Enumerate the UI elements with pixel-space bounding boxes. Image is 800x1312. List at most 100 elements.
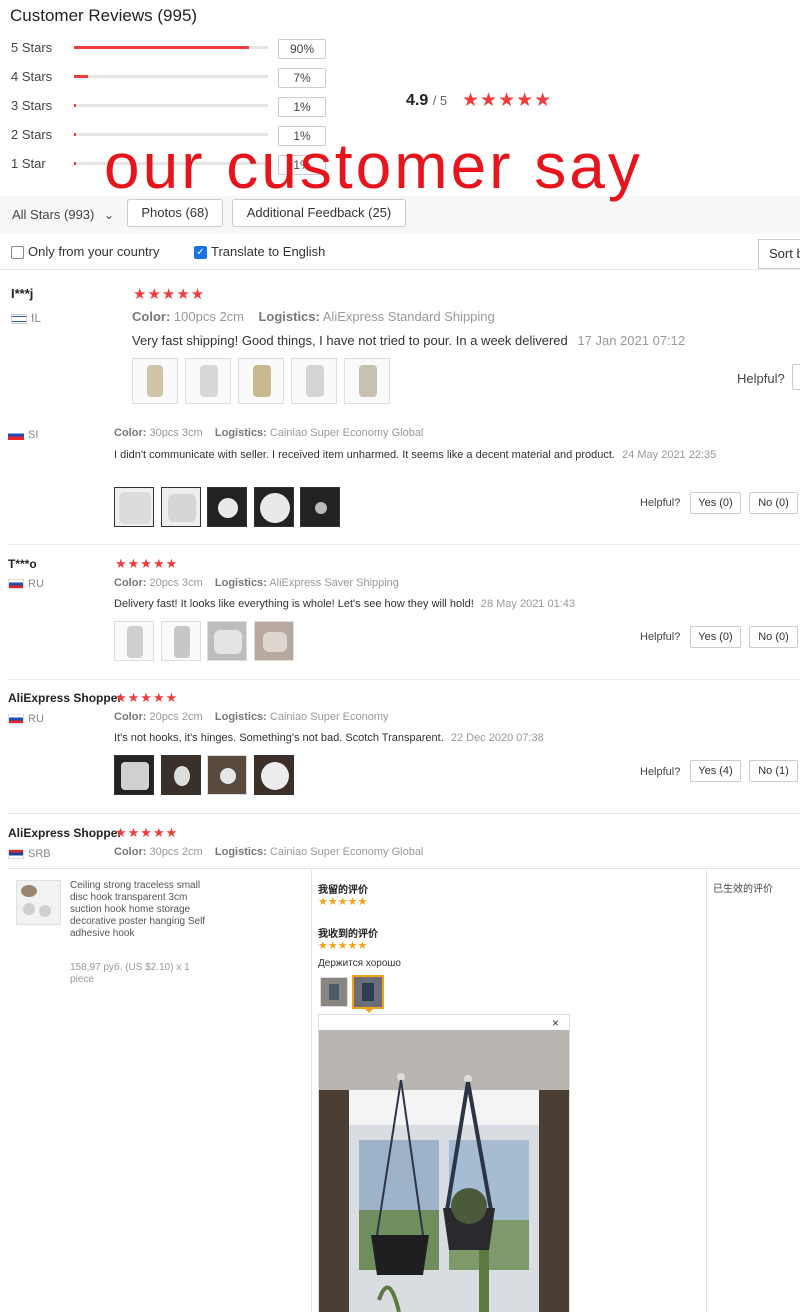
reviewer-name: I***j [11, 286, 34, 301]
reviewer-name: T***o [8, 557, 37, 571]
additional-feedback-button[interactable]: Additional Feedback (25) [232, 199, 406, 227]
photos-filter-button[interactable]: Photos (68) [127, 199, 223, 227]
review-meta: Color: 20pcs 2cm Logistics: Cainiao Supe… [114, 711, 389, 723]
review-meta: Color: 20pcs 3cm Logistics: AliExpress S… [114, 577, 399, 589]
review-date: 22 Dec 2020 07:38 [450, 732, 544, 744]
review-photo-thumbnail[interactable] [161, 621, 201, 661]
review-date: 17 Jan 2021 07:12 [577, 333, 686, 348]
received-review-heading: 我收到的评价 [318, 929, 378, 940]
rating-percent: 90% [278, 39, 326, 59]
review-photo-thumbnail[interactable] [254, 755, 294, 795]
review-photo-thumbnail[interactable] [185, 358, 231, 404]
yes-helpful-button[interactable] [792, 364, 800, 390]
review-photo-thumbnail[interactable] [207, 487, 247, 527]
rating-bar [74, 75, 268, 78]
color-label: Color: [132, 309, 171, 324]
rating-bar [74, 104, 268, 107]
country-code: SI [28, 429, 39, 441]
reviewer-country: IL [11, 311, 41, 325]
color-label: Color: [114, 427, 147, 439]
only-country-checkbox[interactable] [11, 246, 24, 259]
yes-helpful-button[interactable]: Yes (0) [690, 492, 741, 514]
review-date: 28 May 2021 01:43 [480, 598, 576, 610]
review-photo-thumbnail[interactable] [207, 621, 247, 661]
review-photo-thumbnail[interactable] [161, 487, 201, 527]
logistics-value: AliExpress Saver Shipping [269, 577, 399, 589]
logistics-label: Logistics: [214, 846, 267, 858]
flag-il-icon [11, 313, 27, 324]
flag-ru-icon [8, 579, 24, 590]
rating-label: 2 Stars [11, 127, 53, 142]
logistics-value: Cainiao Super Economy [269, 711, 389, 723]
review-divider [8, 679, 800, 680]
review-text: Very fast shipping! Good things, I have … [132, 333, 568, 348]
panel-divider [706, 870, 707, 1312]
review-stars: ★★★★★ [133, 286, 206, 303]
review-photo-thumbnail[interactable] [132, 358, 178, 404]
color-value: 30pcs 2cm [149, 846, 203, 858]
review-photo-thumbnail[interactable] [300, 487, 340, 527]
rating-label: 1 Star [11, 156, 46, 171]
no-helpful-button[interactable]: No (0) [749, 492, 798, 514]
rating-row-5[interactable]: 5 Stars 90% [11, 39, 331, 59]
review-meta: Color: 30pcs 2cm Logistics: Cainiao Supe… [114, 846, 423, 858]
review-body: It's not hooks, it's hinges. Something's… [114, 732, 544, 744]
sort-dropdown[interactable]: Sort b [758, 239, 800, 269]
yes-helpful-button[interactable]: Yes (4) [690, 760, 741, 782]
review-stars: ★★★★★ [115, 825, 179, 840]
product-title[interactable]: Ceiling strong traceless small disc hook… [70, 880, 210, 940]
review-divider [8, 813, 800, 814]
review-photo-thumbnail[interactable] [344, 358, 390, 404]
rating-percent: 7% [278, 68, 326, 88]
all-stars-label: All Stars (993) [12, 207, 95, 222]
review-photo-thumbnail[interactable] [254, 621, 294, 661]
translate-checkbox[interactable]: ✓ [194, 246, 207, 259]
rating-bar-fill [74, 133, 77, 136]
review-body: Very fast shipping! Good things, I have … [132, 333, 685, 348]
received-review-stars: ★★★★★ [318, 940, 368, 952]
review-photo-thumbnail[interactable] [114, 487, 154, 527]
rating-label: 3 Stars [11, 98, 53, 113]
no-helpful-button[interactable]: No (0) [749, 626, 798, 648]
review-photo-large[interactable] [319, 1030, 569, 1312]
helpful-label: Helpful? [640, 497, 681, 509]
review-photo-thumbnail[interactable] [254, 487, 294, 527]
rating-bar [74, 46, 268, 49]
rating-bar-fill [74, 104, 77, 107]
translate-label: Translate to English [211, 244, 326, 259]
no-helpful-button[interactable]: No (1) [749, 760, 798, 782]
helpful-label: Helpful? [640, 631, 681, 643]
review-photo-thumbnail[interactable] [207, 755, 247, 795]
close-icon[interactable]: × [552, 1016, 559, 1030]
yes-helpful-button[interactable]: Yes (0) [690, 626, 741, 648]
helpful-label: Helpful? [737, 371, 785, 386]
rating-row-3[interactable]: 3 Stars 1% [11, 97, 331, 117]
rating-label: 5 Stars [11, 40, 53, 55]
review-photo-thumbnail[interactable] [161, 755, 201, 795]
review-stars: ★★★★★ [115, 556, 179, 571]
review-stars: ★★★★★ [115, 690, 179, 705]
average-out-of: / 5 [432, 93, 448, 108]
review-photo-thumbnail[interactable] [114, 621, 154, 661]
review-meta: Color: 30pcs 3cm Logistics: Cainiao Supe… [114, 427, 423, 439]
country-code: IL [31, 311, 42, 325]
flag-ru-icon [8, 714, 24, 725]
color-value: 20pcs 2cm [149, 711, 203, 723]
average-rating: 4.9 / 5 [406, 92, 447, 110]
logistics-value: AliExpress Standard Shipping [322, 309, 495, 324]
review-photo-thumbnail[interactable] [114, 755, 154, 795]
flag-srb-icon [8, 849, 24, 860]
review-photo-thumbnail[interactable] [238, 358, 284, 404]
rating-row-4[interactable]: 4 Stars 7% [11, 68, 331, 88]
review-photo-thumbnail-selected[interactable] [352, 975, 384, 1009]
review-photo-thumbnail[interactable] [320, 977, 348, 1007]
logistics-value: Cainiao Super Economy Global [269, 846, 424, 858]
panel-divider [8, 868, 800, 869]
logistics-value: Cainiao Super Economy Global [269, 427, 424, 439]
selected-indicator-icon [364, 1008, 374, 1013]
reviewer-name: AliExpress Shopper [8, 826, 123, 840]
product-thumbnail[interactable] [16, 880, 61, 925]
helpful-label: Helpful? [640, 766, 681, 778]
review-photo-thumbnail[interactable] [291, 358, 337, 404]
all-stars-dropdown[interactable]: All Stars (993) ⌄ [12, 207, 114, 222]
